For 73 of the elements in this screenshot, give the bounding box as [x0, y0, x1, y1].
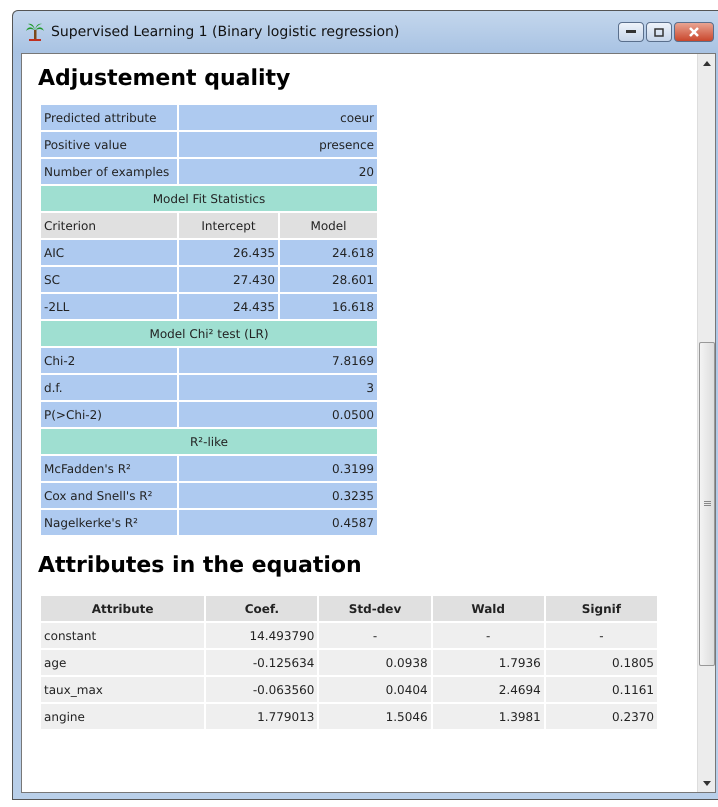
- table-cell: -: [546, 623, 657, 648]
- column-header: Criterion: [41, 213, 177, 238]
- table-cell: taux_max: [41, 677, 204, 702]
- table-cell: 27.430: [177, 267, 278, 292]
- window-title: Supervised Learning 1 (Binary logistic regression): [51, 24, 400, 40]
- table-cell: 24.618: [278, 240, 377, 265]
- table-cell: d.f.: [41, 375, 177, 400]
- grip-icon: [704, 501, 710, 507]
- section-title: Model Chi² test (LR): [41, 321, 377, 346]
- down-arrow-icon: [702, 780, 710, 786]
- table-cell: SC: [41, 267, 177, 292]
- table-cell: 7.8169: [177, 348, 377, 373]
- column-header: Std-dev: [319, 596, 431, 621]
- table-cell: 26.435: [177, 240, 278, 265]
- table-cell: 1.5046: [319, 704, 431, 729]
- table-cell: -0.125634: [206, 650, 318, 675]
- palm-tree-icon: [25, 22, 45, 42]
- column-header: Signif: [546, 596, 657, 621]
- maximize-icon: [654, 28, 664, 36]
- section-title: R²-like: [41, 429, 377, 454]
- table-cell: constant: [41, 623, 204, 648]
- table-cell: Nagelkerke's R²: [41, 510, 177, 535]
- table-cell: 20: [177, 159, 377, 184]
- table-cell: 0.2370: [546, 704, 657, 729]
- table-cell: Number of examples: [41, 159, 177, 184]
- table-cell: -: [319, 623, 431, 648]
- table-cell: Chi-2: [41, 348, 177, 373]
- table-cell: 24.435: [177, 294, 278, 319]
- table-cell: 0.0500: [177, 402, 377, 427]
- table-cell: AIC: [41, 240, 177, 265]
- table-cell: 0.1161: [546, 677, 657, 702]
- column-header: Model: [278, 213, 377, 238]
- table-cell: 2.4694: [432, 677, 544, 702]
- table-cell: Positive value: [41, 132, 177, 157]
- table-cell: Predicted attribute: [41, 105, 177, 130]
- table-cell: 0.0404: [319, 677, 431, 702]
- table-cell: 14.493790: [206, 623, 318, 648]
- table-cell: P(>Chi-2): [41, 402, 177, 427]
- table-cell: presence: [177, 132, 377, 157]
- table-cell: 16.618: [278, 294, 377, 319]
- table-cell: 1.7936: [432, 650, 544, 675]
- table-cell: 0.3235: [177, 483, 377, 508]
- close-button[interactable]: [674, 22, 714, 42]
- table-cell: angine: [41, 704, 204, 729]
- table-cell: 0.3199: [177, 456, 377, 481]
- vertical-scrollbar[interactable]: [697, 54, 715, 792]
- table-cell: 0.4587: [177, 510, 377, 535]
- table-cell: 0.1805: [546, 650, 657, 675]
- scroll-thumb[interactable]: [699, 342, 715, 666]
- table-cell: -0.063560: [206, 677, 318, 702]
- up-arrow-icon: [702, 60, 710, 66]
- table-cell: age: [41, 650, 204, 675]
- table-cell: 3: [177, 375, 377, 400]
- table-cell: coeur: [177, 105, 377, 130]
- section-title: Model Fit Statistics: [41, 186, 377, 211]
- close-icon: [688, 27, 700, 37]
- section-heading: Adjustement quality: [38, 66, 292, 91]
- column-header: Wald: [432, 596, 544, 621]
- column-header: Attribute: [41, 596, 204, 621]
- table-cell: -2LL: [41, 294, 177, 319]
- table-cell: 1.3981: [432, 704, 544, 729]
- table-cell: 28.601: [278, 267, 377, 292]
- table-cell: -: [432, 623, 544, 648]
- table-cell: 1.779013: [206, 704, 318, 729]
- maximize-button[interactable]: [646, 22, 672, 42]
- section-heading: Attributes in the equation: [38, 553, 363, 578]
- column-header: Intercept: [177, 213, 278, 238]
- table-cell: Cox and Snell's R²: [41, 483, 177, 508]
- minimize-button[interactable]: [618, 22, 644, 42]
- table-cell: McFadden's R²: [41, 456, 177, 481]
- table-cell: 0.0938: [319, 650, 431, 675]
- column-header: Coef.: [206, 596, 318, 621]
- minimize-icon: [626, 30, 636, 34]
